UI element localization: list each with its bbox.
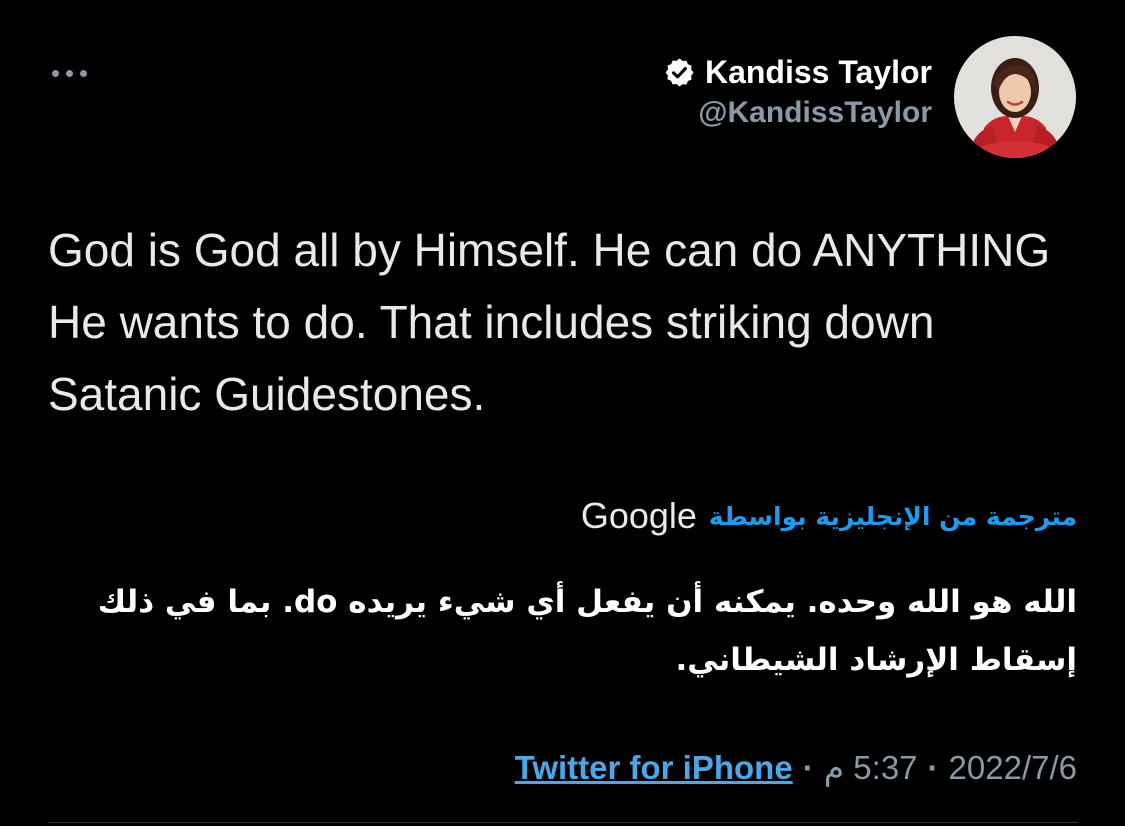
more-dot	[52, 69, 59, 77]
translation-attribution: Google مترجمة من الإنجليزية بواسطة	[581, 495, 1077, 537]
divider	[48, 822, 1078, 823]
tweet-source-link[interactable]: Twitter for iPhone	[515, 749, 793, 787]
tweet-author[interactable]: Kandiss Taylor @KandissTaylor	[664, 50, 932, 130]
verified-badge-icon	[664, 57, 695, 88]
author-name-row: Kandiss Taylor	[664, 50, 932, 94]
google-logo[interactable]: Google	[581, 495, 697, 537]
more-dot	[66, 69, 73, 77]
tweet-text: God is God all by Himself. He can do ANY…	[48, 224, 1051, 420]
translated-by-label: مترجمة من الإنجليزية بواسطة	[708, 501, 1077, 531]
more-options-icon[interactable]	[52, 60, 100, 86]
more-dot	[80, 69, 87, 77]
author-display-name[interactable]: Kandiss Taylor	[705, 54, 932, 91]
meta-separator: ·	[802, 748, 814, 786]
author-handle[interactable]: @KandissTaylor	[664, 96, 932, 130]
meta-separator: ·	[927, 748, 939, 786]
tweet-date[interactable]: 2022/7/6	[949, 749, 1077, 787]
translated-tweet-text: الله هو الله وحده. يمكنه أن يفعل أي شيء …	[97, 584, 1077, 678]
tweet-metadata: Twitter for iPhone · 5:37 م · 2022/7/6	[515, 748, 1077, 787]
author-avatar[interactable]	[954, 36, 1076, 158]
tweet-time[interactable]: 5:37 م	[824, 748, 918, 787]
